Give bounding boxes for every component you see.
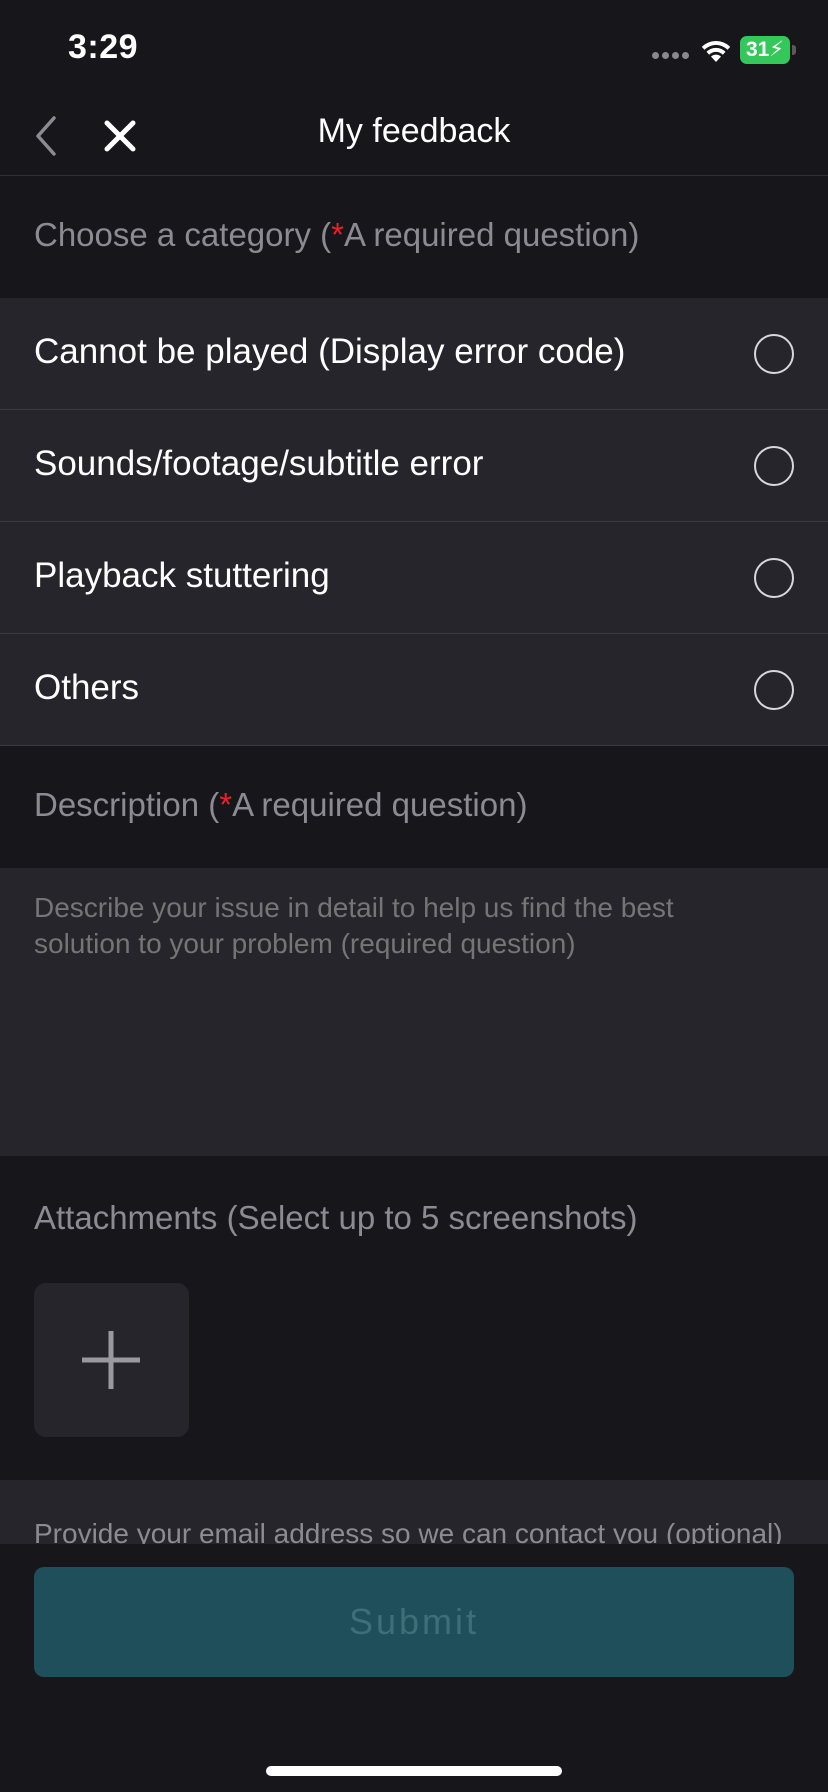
radio-button[interactable] (754, 670, 794, 710)
description-textarea[interactable] (34, 890, 734, 998)
required-star: * (331, 216, 345, 253)
plus-icon (82, 1331, 140, 1389)
category-header: Choose a category (*A required question) (34, 216, 640, 253)
description-header: Description (*A required question) (34, 786, 528, 823)
category-option-stuttering[interactable]: Playback stuttering (0, 522, 828, 634)
home-indicator (266, 1766, 562, 1776)
status-time: 3:29 (68, 28, 139, 66)
page-title: My feedback (317, 112, 511, 150)
option-label: Cannot be played (Display error code) (34, 332, 626, 371)
wifi-icon (701, 40, 731, 62)
attachments-header: Attachments (Select up to 5 screenshots) (34, 1199, 638, 1236)
category-option-cannot-play[interactable]: Cannot be played (Display error code) (0, 298, 828, 410)
category-option-sound-error[interactable]: Sounds/footage/subtitle error (0, 410, 828, 522)
category-options: Cannot be played (Display error code) So… (0, 298, 828, 746)
bottom-bar: Submit (0, 1544, 828, 1792)
submit-button[interactable]: Submit (34, 1567, 794, 1677)
add-attachment-button[interactable] (34, 1283, 189, 1437)
option-label: Playback stuttering (34, 556, 330, 595)
category-option-others[interactable]: Others (0, 634, 828, 746)
status-bar: 3:29 31⚡︎ (0, 0, 828, 100)
radio-button[interactable] (754, 558, 794, 598)
radio-button[interactable] (754, 446, 794, 486)
feedback-screen: 3:29 31⚡︎ My feedback Choose a category … (0, 0, 828, 1792)
email-section[interactable]: Provide your email address so we can con… (0, 1480, 828, 1544)
battery-level: 31⚡︎ (745, 38, 785, 61)
option-label: Sounds/footage/subtitle error (34, 444, 484, 483)
description-box (0, 868, 828, 1156)
cellular-signal-icon (652, 52, 692, 60)
required-star: * (219, 786, 233, 823)
email-label: Provide your email address so we can con… (34, 1518, 783, 1544)
battery-icon: 31⚡︎ (740, 36, 796, 64)
nav-bar: My feedback (0, 100, 828, 176)
radio-button[interactable] (754, 334, 794, 374)
option-label: Others (34, 668, 140, 707)
